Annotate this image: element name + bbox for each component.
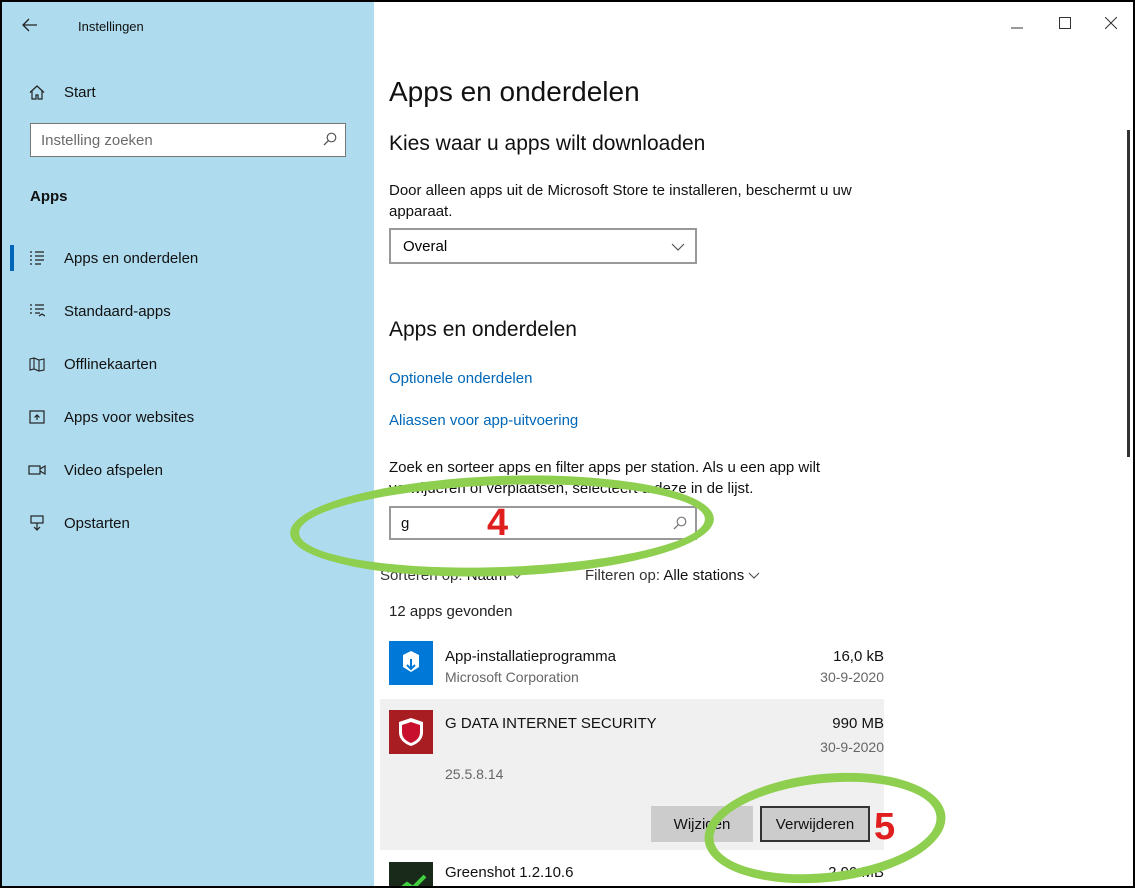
app-size: 16,0 kB — [833, 648, 884, 665]
scrollbar[interactable] — [1127, 130, 1130, 457]
back-arrow-icon[interactable] — [22, 16, 44, 38]
page-title: Apps en onderdelen — [389, 76, 640, 107]
minimize-button[interactable] — [1002, 12, 1032, 38]
minimize-icon — [1011, 16, 1023, 34]
close-button[interactable] — [1096, 12, 1126, 38]
website-icon — [28, 408, 46, 426]
sidebar-item-label: Apps voor websites — [64, 408, 195, 426]
startup-icon — [28, 514, 46, 532]
sidebar: Instellingen Start Apps Apps en onderdel… — [2, 2, 374, 886]
sidebar-item-apps-voor-websites[interactable]: Apps voor websites — [2, 397, 374, 437]
sidebar-item-label: Start — [64, 83, 96, 101]
app-aliases-link[interactable]: Aliassen voor app-uitvoering — [389, 412, 578, 429]
gdata-shield-icon — [389, 710, 433, 754]
optional-features-link[interactable]: Optionele onderdelen — [389, 370, 532, 387]
download-description: Door alleen apps uit de Microsoft Store … — [389, 182, 852, 220]
app-size: 990 MB — [832, 715, 884, 732]
list-icon — [28, 249, 46, 267]
app-date: 30-9-2020 — [820, 739, 884, 755]
sidebar-item-standaard-apps[interactable]: Standaard-apps — [2, 291, 374, 331]
settings-search-box[interactable] — [30, 123, 346, 157]
sidebar-item-video-afspelen[interactable]: Video afspelen — [2, 450, 374, 490]
sidebar-item-label: Opstarten — [64, 514, 130, 532]
home-icon — [28, 83, 46, 101]
default-apps-icon — [28, 302, 46, 320]
sidebar-item-start[interactable]: Start — [2, 72, 374, 112]
app-date: 30-9-2020 — [820, 669, 884, 685]
sidebar-item-offlinekaarten[interactable]: Offlinekaarten — [2, 344, 374, 384]
video-icon — [28, 461, 46, 479]
chevron-down-icon — [671, 239, 685, 257]
window-title: Instellingen — [78, 19, 144, 34]
dropdown-value: Overal — [403, 238, 448, 255]
app-name: App-installatieprogramma — [445, 648, 616, 665]
sidebar-item-label: Video afspelen — [64, 461, 163, 479]
settings-window: Instellingen Start Apps Apps en onderdel… — [0, 0, 1135, 888]
chevron-down-icon — [748, 567, 760, 584]
download-heading: Kies waar u apps wilt downloaden — [389, 132, 706, 155]
station-value: Alle stations — [663, 567, 745, 584]
app-name: Greenshot 1.2.10.6 — [445, 864, 574, 881]
station-filter-control[interactable]: Filteren op: Alle stations — [585, 567, 760, 584]
step-number: 4 — [487, 502, 509, 544]
settings-search-input[interactable] — [31, 124, 311, 156]
app-name: G DATA INTERNET SECURITY — [445, 715, 657, 732]
app-version: 25.5.8.14 — [445, 766, 504, 782]
search-icon[interactable] — [323, 132, 337, 151]
sidebar-item-apps-en-onderdelen[interactable]: Apps en onderdelen — [2, 238, 374, 278]
sidebar-item-label: Apps en onderdelen — [64, 249, 199, 267]
sidebar-section-title: Apps — [30, 188, 68, 205]
station-label: Filteren op: — [585, 567, 661, 584]
maximize-button[interactable] — [1050, 12, 1080, 38]
map-icon — [28, 355, 46, 373]
app-publisher: Microsoft Corporation — [445, 669, 579, 685]
download-source-dropdown[interactable]: Overal — [389, 228, 697, 264]
sidebar-item-label: Standaard-apps — [64, 302, 171, 320]
close-icon — [1104, 16, 1118, 34]
maximize-icon — [1059, 16, 1071, 34]
apps-heading: Apps en onderdelen — [389, 318, 577, 341]
result-count: 12 apps gevonden — [389, 603, 513, 620]
greenshot-icon — [389, 862, 433, 886]
list-item-app-installer[interactable]: App-installatieprogramma Microsoft Corpo… — [380, 634, 884, 690]
step-number: 5 — [874, 806, 896, 848]
app-installer-icon — [389, 641, 433, 685]
sidebar-item-label: Offlinekaarten — [64, 355, 158, 373]
